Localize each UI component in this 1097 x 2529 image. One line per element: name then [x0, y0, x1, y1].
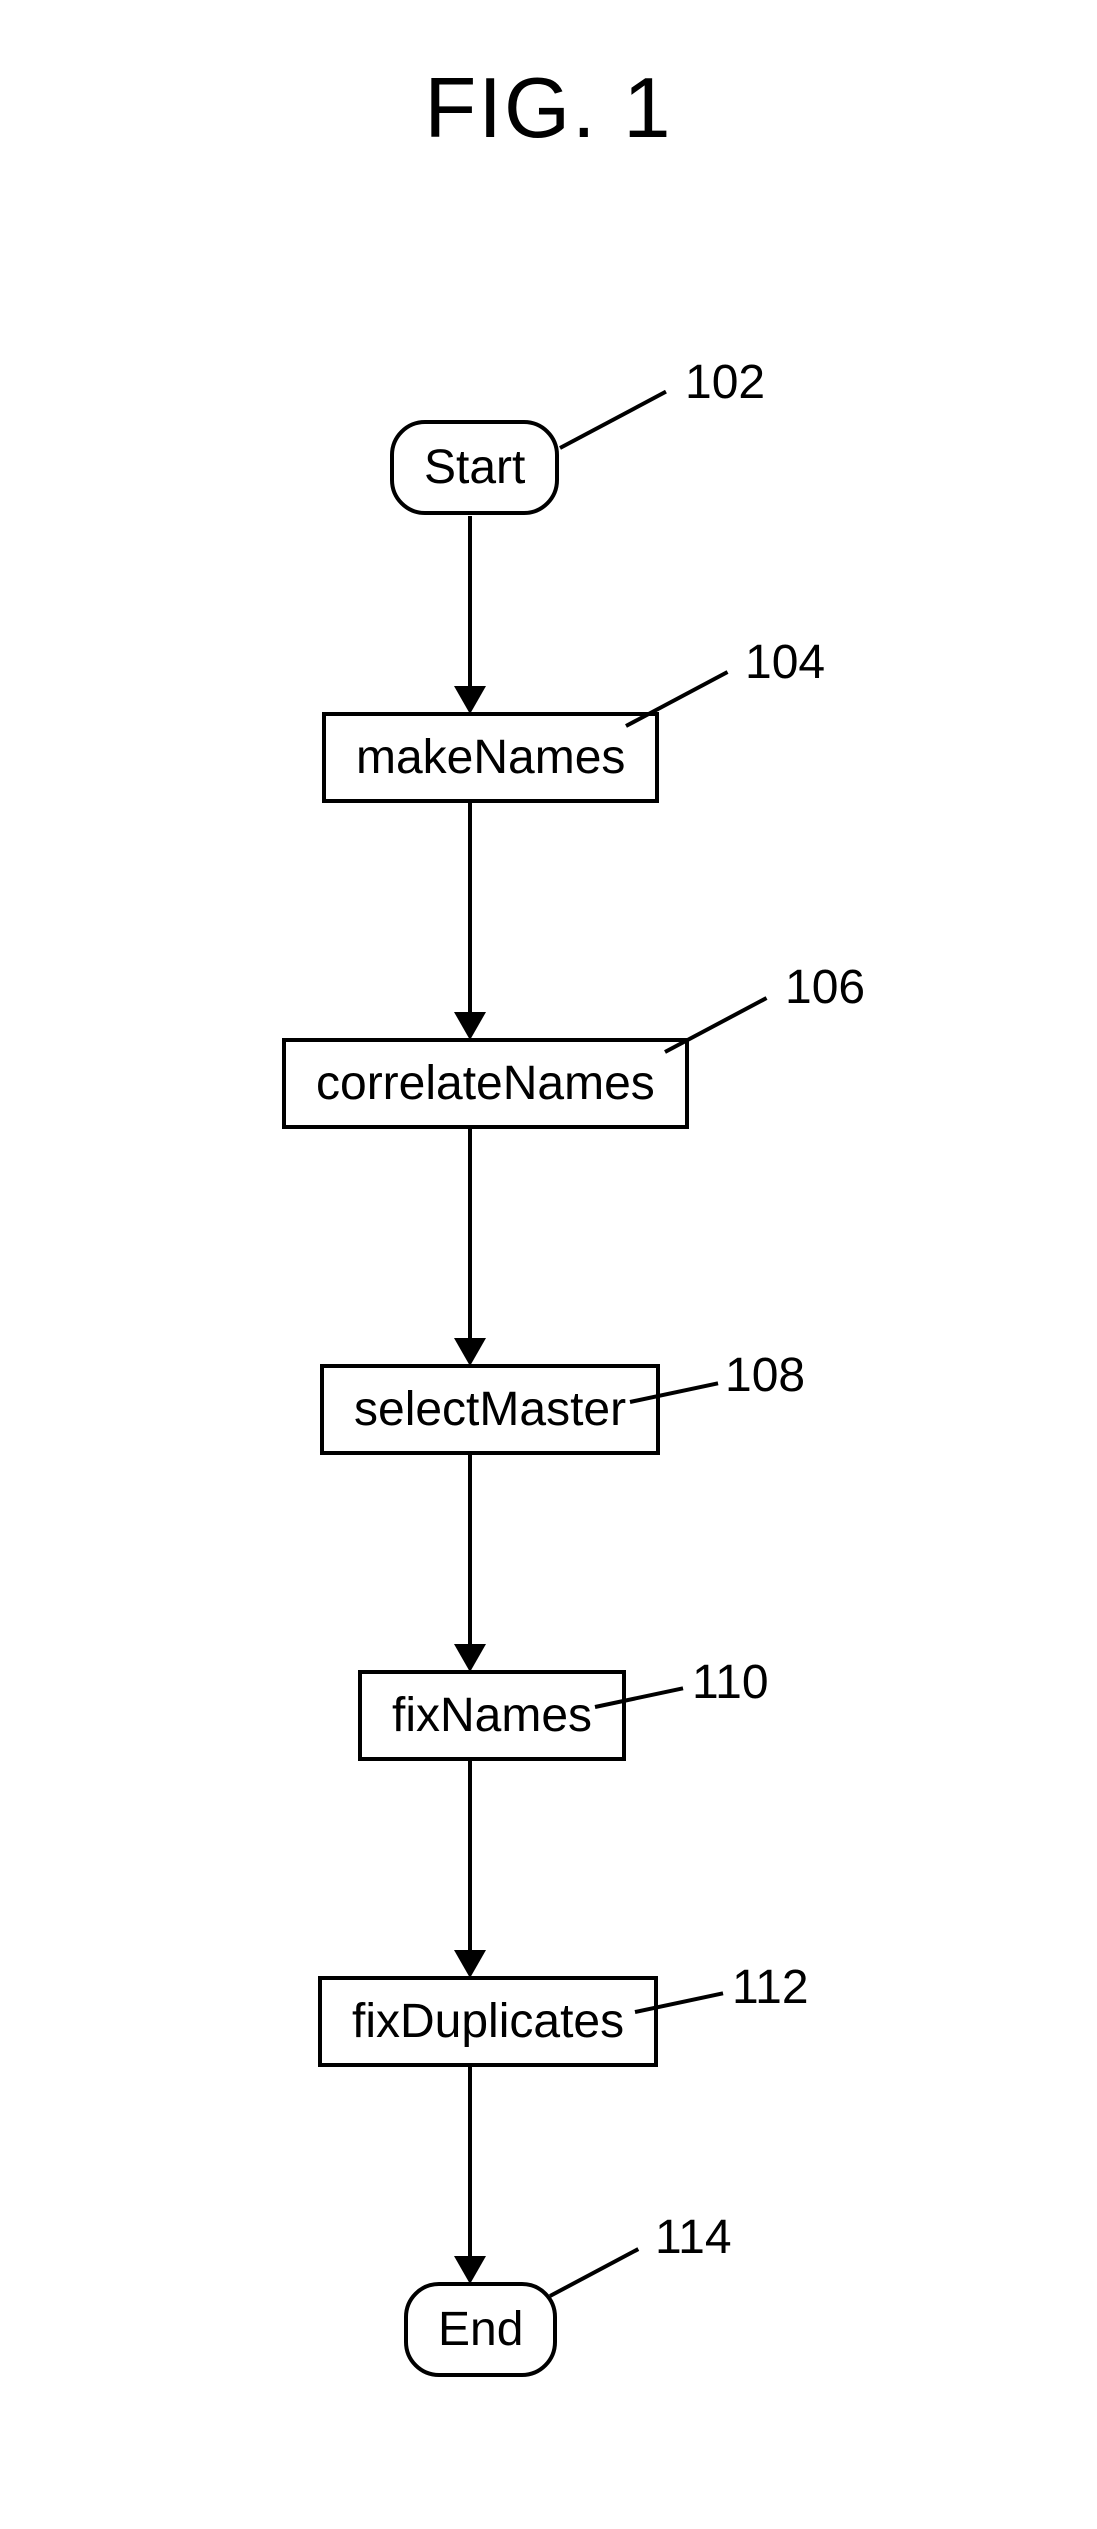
arrowhead-6: [454, 2256, 486, 2284]
fixnames-label: fixNames: [392, 1689, 592, 1742]
correlatenames-node: correlateNames: [282, 1038, 689, 1129]
ref-line-102: [559, 390, 667, 450]
selectmaster-node: selectMaster: [320, 1364, 660, 1455]
arrow-6: [468, 2066, 472, 2256]
end-node: End: [404, 2282, 557, 2377]
end-label: End: [438, 2303, 523, 2356]
fixnames-node: fixNames: [358, 1670, 626, 1761]
ref-108: 108: [725, 1348, 805, 1403]
arrowhead-5: [454, 1950, 486, 1978]
fixduplicates-node: fixDuplicates: [318, 1976, 658, 2067]
start-label: Start: [424, 441, 525, 494]
arrow-3: [468, 1128, 472, 1338]
ref-line-104: [625, 670, 728, 728]
arrow-2: [468, 802, 472, 1012]
start-node: Start: [390, 420, 559, 515]
arrowhead-2: [454, 1012, 486, 1040]
figure-title: FIG. 1: [0, 60, 1097, 158]
arrow-1: [468, 516, 472, 686]
ref-106: 106: [785, 960, 865, 1015]
makenames-node: makeNames: [322, 712, 659, 803]
ref-110: 110: [692, 1655, 769, 1710]
makenames-label: makeNames: [356, 731, 625, 784]
ref-104: 104: [745, 635, 825, 690]
ref-line-114: [549, 2247, 639, 2297]
arrowhead-4: [454, 1644, 486, 1672]
selectmaster-label: selectMaster: [354, 1383, 626, 1436]
arrowhead-1: [454, 686, 486, 714]
fixduplicates-label: fixDuplicates: [352, 1995, 624, 2048]
correlatenames-label: correlateNames: [316, 1057, 655, 1110]
arrow-4: [468, 1454, 472, 1644]
ref-line-106: [664, 996, 767, 1054]
ref-112: 112: [732, 1960, 809, 2015]
ref-114: 114: [655, 2210, 732, 2265]
flowchart-container: FIG. 1 Start 102 makeNames 104 correlate…: [0, 0, 1097, 2529]
arrow-5: [468, 1760, 472, 1950]
ref-102: 102: [685, 355, 765, 410]
arrowhead-3: [454, 1338, 486, 1366]
